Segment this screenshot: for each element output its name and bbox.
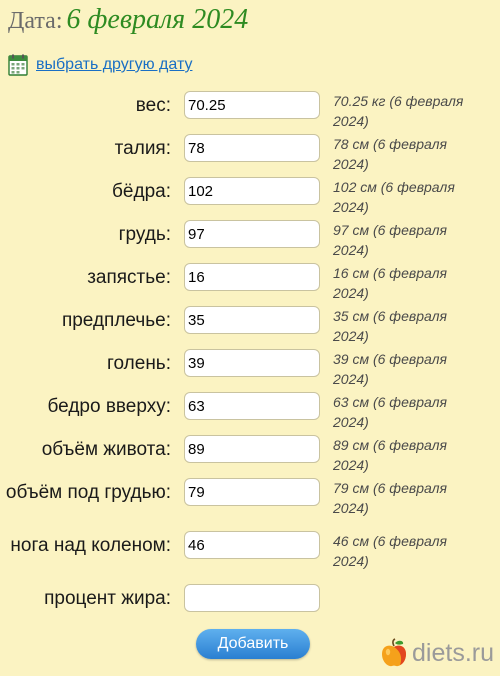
- row-upper-thigh: бедро вверху: 63 см (6 февраля 2024): [0, 392, 500, 435]
- date-label: Дата:: [8, 8, 63, 34]
- forearm-note: 35 см (6 февраля 2024): [333, 308, 448, 344]
- weight-label: вес:: [135, 95, 171, 116]
- row-calf: голень: 39 см (6 февраля 2024): [0, 349, 500, 392]
- row-body-fat: процент жира:: [0, 584, 500, 627]
- wrist-note: 16 см (6 февраля 2024): [333, 265, 448, 301]
- underbust-label: объём под грудью:: [5, 482, 171, 503]
- row-waist: талия: 78 см (6 февраля 2024): [0, 134, 500, 177]
- row-chest: грудь: 97 см (6 февраля 2024): [0, 220, 500, 263]
- calf-input[interactable]: [184, 349, 320, 377]
- row-underbust: объём под грудью: 79 см (6 февраля 2024): [0, 478, 500, 531]
- date-value: 6 февраля 2024: [66, 4, 249, 35]
- add-button[interactable]: Добавить: [196, 629, 310, 659]
- upper-thigh-label: бедро вверху:: [47, 396, 172, 417]
- measurements-form: вес: 70.25 кг (6 февраля 2024) талия: 78…: [0, 91, 500, 627]
- body-fat-label: процент жира:: [44, 588, 171, 609]
- pick-date-row: выбрать другую дату: [8, 54, 192, 76]
- apple-icon: [382, 638, 407, 667]
- chest-note: 97 см (6 февраля 2024): [333, 222, 448, 258]
- upper-thigh-input[interactable]: [184, 392, 320, 420]
- calendar-icon[interactable]: [8, 54, 28, 76]
- row-forearm: предплечье: 35 см (6 февраля 2024): [0, 306, 500, 349]
- belly-label: объём живота:: [41, 439, 171, 460]
- above-knee-input[interactable]: [184, 531, 320, 559]
- chest-label: грудь:: [118, 224, 171, 245]
- row-hips: бёдра: 102 см (6 февраля 2024): [0, 177, 500, 220]
- forearm-label: предплечье:: [61, 310, 171, 331]
- calf-label: голень:: [107, 353, 171, 374]
- page-title: Дата: 6 февраля 2024: [8, 4, 248, 36]
- pick-date-link[interactable]: выбрать другую дату: [36, 56, 192, 74]
- weight-input[interactable]: [184, 91, 320, 119]
- row-weight: вес: 70.25 кг (6 февраля 2024): [0, 91, 500, 134]
- calf-note: 39 см (6 февраля 2024): [333, 351, 448, 387]
- belly-input[interactable]: [184, 435, 320, 463]
- forearm-input[interactable]: [184, 306, 320, 334]
- hips-input[interactable]: [184, 177, 320, 205]
- above-knee-label: нога над коленом:: [10, 535, 171, 556]
- chest-input[interactable]: [184, 220, 320, 248]
- wrist-label: запястье:: [87, 267, 171, 288]
- underbust-input[interactable]: [184, 478, 320, 506]
- above-knee-note: 46 см (6 февраля 2024): [333, 533, 448, 569]
- upper-thigh-note: 63 см (6 февраля 2024): [333, 394, 448, 430]
- underbust-note: 79 см (6 февраля 2024): [333, 480, 448, 516]
- site-logo[interactable]: diets.ru: [379, 638, 494, 668]
- belly-note: 89 см (6 февраля 2024): [333, 437, 448, 473]
- row-wrist: запястье: 16 см (6 февраля 2024): [0, 263, 500, 306]
- row-above-knee: нога над коленом: 46 см (6 февраля 2024): [0, 531, 500, 584]
- weight-note: 70.25 кг (6 февраля 2024): [333, 93, 464, 129]
- body-fat-input[interactable]: [184, 584, 320, 612]
- logo-text: diets.ru: [412, 638, 494, 667]
- waist-note: 78 см (6 февраля 2024): [333, 136, 448, 172]
- hips-label: бёдра:: [112, 181, 171, 202]
- waist-label: талия:: [114, 138, 171, 159]
- wrist-input[interactable]: [184, 263, 320, 291]
- hips-note: 102 см (6 февраля 2024): [333, 179, 455, 215]
- row-belly: объём живота: 89 см (6 февраля 2024): [0, 435, 500, 478]
- waist-input[interactable]: [184, 134, 320, 162]
